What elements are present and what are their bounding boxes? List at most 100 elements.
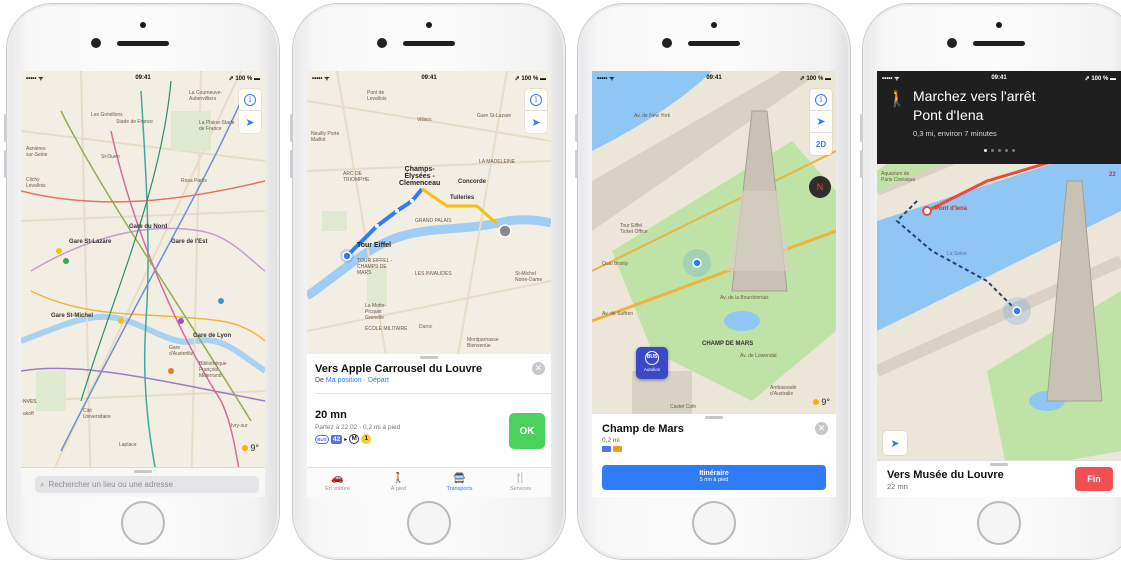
directions-button[interactable]: Itinéraire 5 mn à pied [602,465,826,490]
status-time: 09:41 [706,75,722,81]
walk-icon: 🚶 [392,472,405,484]
step-page-indicator[interactable] [877,149,1121,152]
route-card: Vers Apple Carrousel du Louvre ✕ De Ma p… [307,354,551,497]
place-distance: 0,2 mi [602,437,620,444]
home-button[interactable] [121,501,165,545]
home-button[interactable] [407,501,451,545]
status-bar: ••••• ᯤ 09:41 ⇗ 100 % ▬ [21,71,265,85]
bus-stop-name: Autolion [643,367,661,372]
search-placeholder: Rechercher un lieu ou une adresse [48,480,174,489]
map-label: St-Ouen [101,154,120,160]
bus-icon: BUS [645,351,659,365]
volume-button [575,114,578,142]
map-label: Bibliothèque François Mitterrand [199,361,227,379]
info-icon: i [244,93,256,106]
instruction-line-2: Pont d'Iena [913,107,984,123]
origin-separator: · [363,377,366,384]
temperature: 9° [250,443,259,453]
map-label: CHAMP DE MARS [702,341,754,347]
tab-driving[interactable]: 🚗 En voiture [307,468,368,497]
transport-mode-tabs: 🚗 En voiture 🚶 À pied 🚍 Transports 🍴 Ser… [307,467,551,497]
origin-link[interactable]: Ma position [326,377,362,384]
paris-metro-map[interactable] [21,71,265,497]
tab-services[interactable]: 🍴 Services [490,468,551,497]
tracking-button[interactable]: ➤ [525,111,547,133]
map-label: Tour Eiffel [357,242,392,249]
home-button[interactable] [977,501,1021,545]
earpiece-speaker [688,41,740,46]
fork-icon: 🍴 [514,472,527,484]
phone-frame-1: ••••• ᯤ 09:41 ⇗ 100 % ▬ La Courneuve- Au… [4,4,279,559]
route-origin: De Ma position · Départ [315,377,389,384]
status-time: 09:41 [421,75,437,81]
destination-title: Vers Musée du Louvre [887,469,1004,481]
search-panel: ⌕ Rechercher un lieu ou une adresse [21,467,265,497]
route-planner-screen: ••••• ᯤ 09:41 ⇗ 100 % ▬ Pont de Levalloi… [307,71,551,497]
2d-toggle-button[interactable]: 2D [810,133,832,155]
map-label: LA MADELEINE [479,159,516,165]
location-arrow-icon: ➤ [245,116,255,129]
map-label: Ambassade d'Australie [770,385,797,397]
tab-walking[interactable]: 🚶 À pied [368,468,429,497]
drag-handle[interactable] [134,470,152,473]
info-button[interactable]: i [239,89,261,111]
bus-stop-marker[interactable]: BUS Autolion [636,347,668,379]
front-camera [947,38,957,48]
drag-handle[interactable] [420,356,438,359]
origin-prefix: De [315,377,324,384]
volume-button [4,150,7,178]
departure-link[interactable]: Départ [368,377,389,384]
instruction-distance: 0,3 mi, environ 7 minutes [913,129,997,138]
go-button[interactable]: OK [509,413,545,449]
route-duration: 20 mn [315,409,347,421]
tracking-button[interactable]: ➤ [239,111,261,133]
directions-label: Itinéraire [699,470,729,477]
tab-transit[interactable]: 🚍 Transports [429,468,490,497]
drag-handle[interactable] [990,463,1008,466]
location-arrow-icon[interactable]: ➤ [883,431,907,455]
tracking-button[interactable]: ➤ [810,111,832,133]
map-label: St-Michel Notre-Dame [515,271,543,283]
divider [315,393,551,394]
paris-route-map[interactable] [307,71,551,361]
map-label: Av. de la Bourdonnais [720,295,769,301]
volume-button [860,150,863,178]
map-label: akoff [23,411,34,417]
map-label: Gare du Nord [129,224,168,230]
earpiece-speaker [403,41,455,46]
map-label: Laplace [119,442,137,448]
map-controls: i ➤ 2D [810,89,832,155]
page-dot [983,149,987,152]
info-icon: i [815,93,827,106]
drag-handle[interactable] [705,416,723,419]
front-sensor [711,22,717,28]
close-button[interactable]: ✕ [815,422,828,435]
info-button[interactable]: i [525,89,547,111]
home-button[interactable] [692,501,736,545]
3d-eiffel-map[interactable] [592,71,836,421]
close-button[interactable]: ✕ [532,362,545,375]
car-icon: 🚗 [331,472,344,484]
volume-button [575,150,578,178]
info-icon: i [530,93,542,106]
map-label: Montparnasse Bienvenüe [467,337,499,349]
place-title: Champ de Mars [602,423,684,435]
route-destination-title: Vers Apple Carrousel du Louvre [315,363,483,375]
transit-steps: BUS 42 ▸ M 1 [315,434,372,444]
end-route-button[interactable]: Fin [1075,467,1113,491]
front-camera [662,38,672,48]
bus-icon: 🚍 [453,472,466,484]
map-label: ÉCOLE MILITAIRE [365,326,408,332]
earpiece-speaker [973,41,1025,46]
status-bar: ••••• ᯤ 09:41 ⇗ 100 % ▬ [592,71,836,85]
bus-line-badge: 42 [331,434,343,444]
map-label: Gare St-Lazare [477,113,512,119]
compass-icon[interactable]: N [809,176,831,198]
map-label: 22 [1109,172,1116,178]
map-label: La Motte- Picquet Grenelle [365,303,387,321]
map-label: Neuilly Porte Maillot [311,131,340,143]
line-badge-icon [613,446,622,452]
map-label: ARC DE TRIOMPHE [343,171,370,183]
search-input[interactable]: ⌕ Rechercher un lieu ou une adresse [35,476,259,493]
info-button[interactable]: i [810,89,832,111]
